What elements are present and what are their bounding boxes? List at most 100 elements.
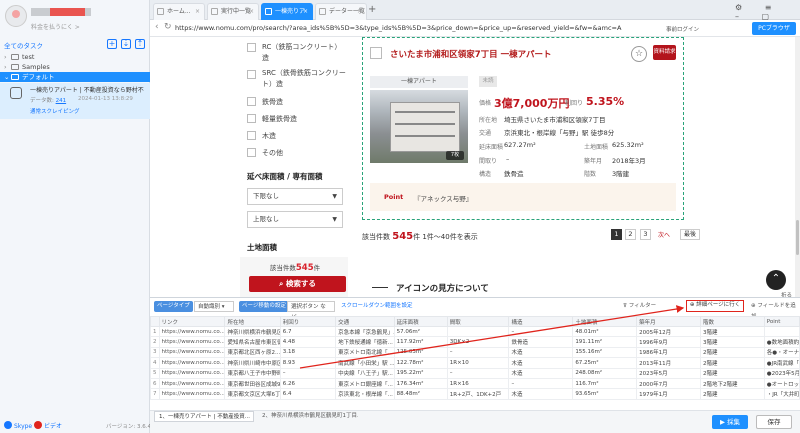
tab-data-list[interactable]: データー一覧 × (315, 3, 367, 20)
table-row[interactable]: 1 https://www.nomu.co... 神奈川県横浜市鶴見区 6.7 京急本線… (150, 325, 800, 338)
table-row[interactable]: 4 https://www.nomu.co... 神奈川県川崎市中原区 8.93 南武線… (150, 357, 800, 369)
table-cell[interactable]: ・JR「大井町」駅 (763, 388, 800, 400)
table-cell[interactable]: 67.25m² (572, 357, 638, 369)
table-cell[interactable]: 3.18 (279, 346, 337, 359)
floor-area-max-select[interactable]: 上限なし ▼ (247, 211, 343, 228)
table-cell[interactable]: 6.26 (279, 377, 337, 390)
collect-button[interactable]: ▶ 採集 (712, 415, 748, 429)
skype-link[interactable]: Skype (4, 421, 32, 430)
table-cell[interactable]: 3階建 (699, 325, 765, 338)
table-cell[interactable]: ●JR南武線「小田栄」駅 (763, 357, 800, 369)
pc-browser-button[interactable]: PCブラウザ (752, 22, 796, 35)
table-cell[interactable]: 2000年7月 (636, 377, 701, 390)
table-cell[interactable]: 125.03m² (393, 346, 448, 359)
table-header[interactable]: 利回り (279, 316, 337, 327)
table-cell[interactable]: 1R×10 (446, 357, 510, 369)
table-cell[interactable]: – (508, 377, 574, 390)
import-icon[interactable]: ⇣ (121, 39, 131, 49)
table-cell[interactable]: 鉄骨造 (508, 336, 574, 348)
table-cell[interactable]: 2階建 (699, 346, 765, 359)
table-cell[interactable]: 48.01m² (572, 325, 638, 338)
table-cell[interactable]: 57.06m² (393, 325, 448, 338)
table-cell[interactable]: 京急本線「京急鶴見」... (335, 325, 395, 338)
next-page-link[interactable]: 次へ (658, 230, 670, 239)
page-button-2[interactable]: 2 (625, 229, 636, 240)
url-input[interactable]: https://www.nomu.com/pro/search/?area_id… (175, 24, 621, 32)
table-cell[interactable]: 愛知県名古屋市東区徳 (224, 336, 281, 348)
scroll-range-link[interactable]: スクロールダウン範囲を設定 (338, 301, 416, 312)
tab-home[interactable]: ホーム... × (153, 3, 205, 20)
scroll-thumb[interactable] (796, 220, 799, 255)
table-cell[interactable]: 2階建 (699, 388, 765, 400)
task-count-link[interactable]: 241 (56, 98, 67, 104)
checkbox-other[interactable] (247, 148, 256, 157)
table-header[interactable]: 間取 (446, 316, 510, 327)
table-cell[interactable]: 6.7 (279, 325, 337, 338)
table-cell[interactable]: 東京都世田谷区成城9 (224, 377, 281, 390)
table-cell[interactable]: ●2023年5月末 新築 (763, 367, 800, 379)
table-row[interactable]: 7 https://www.nomu.co... 東京都文京区大塚6丁目 6.4 京浜東… (150, 388, 800, 400)
scrollbar[interactable] (795, 37, 800, 297)
table-cell[interactable]: https://www.nomu.co... (158, 367, 226, 379)
favorite-star-icon[interactable]: ☆ (631, 46, 647, 62)
table-cell[interactable]: 1R+2戸、1DK+2戸 (446, 388, 510, 400)
table-header[interactable]: 交通 (335, 316, 395, 327)
table-header[interactable]: 築年月 (636, 316, 701, 327)
table-cell[interactable]: 4.48 (279, 336, 337, 348)
table-cell[interactable]: 東京メトロ銀座線「... (335, 377, 395, 390)
table-cell[interactable]: 176.34m² (393, 377, 448, 390)
tree-item-default[interactable]: ⌄ デフォルト (0, 72, 150, 82)
close-icon[interactable]: × (303, 4, 308, 19)
checkbox-light-steel[interactable] (247, 114, 256, 123)
table-cell[interactable]: 木造 (508, 357, 574, 369)
table-cell[interactable]: 248.08m² (572, 367, 638, 379)
table-cell[interactable]: https://www.nomu.co... (158, 388, 226, 400)
table-cell[interactable]: 各●・オーナーチェン (763, 346, 800, 359)
table-cell[interactable]: 東京メトロ南北線「... (335, 346, 395, 359)
table-cell[interactable]: – (446, 346, 510, 359)
table-cell[interactable]: 2階建 (699, 367, 765, 379)
table-cell[interactable]: 木造 (508, 346, 574, 359)
video-link[interactable]: ビデオ (34, 421, 62, 430)
save-button[interactable]: 保存 (756, 415, 792, 429)
table-header[interactable]: Point (763, 316, 800, 327)
table-row[interactable]: 5 https://www.nomu.co... 東京都八王子市中野町 – 中央線「八王… (150, 367, 800, 379)
scroll-up-icon[interactable]: ⌃ (766, 270, 786, 290)
table-cell[interactable]: 1986年1月 (636, 346, 701, 359)
go-detail-page-button[interactable]: ⊕ 詳細ページに行く (686, 300, 744, 312)
table-cell[interactable]: https://www.nomu.co... (158, 346, 226, 359)
request-docs-button[interactable]: 資料請求 (653, 45, 676, 60)
table-row[interactable]: 3 https://www.nomu.co... 東京都北区西ヶ原2... 3.18 東… (150, 346, 800, 359)
new-folder-icon[interactable]: + (107, 39, 117, 49)
checkbox-wood[interactable] (247, 131, 256, 140)
bottom-tab-2[interactable]: 2、神奈川県横浜市鶴見区鶴見町1丁目... (258, 411, 358, 422)
table-cell[interactable]: 195.22m² (393, 367, 448, 379)
pre-login-button[interactable]: 事前ログイン (666, 25, 699, 33)
table-cell[interactable]: 155.16m² (572, 346, 638, 359)
table-cell[interactable]: 東京都北区西ヶ原2... (224, 346, 281, 359)
bottom-tab-1[interactable]: 1、一棟売りアパート | 不動産投資... (154, 411, 254, 422)
table-cell[interactable]: 南武線「小田栄」駅 ... (335, 357, 395, 369)
table-row[interactable]: 2 https://www.nomu.co... 愛知県名古屋市東区徳 4.48 地下鉄… (150, 336, 800, 348)
table-cell[interactable]: 6.4 (279, 388, 337, 400)
table-cell[interactable]: 中央線「八王子」駅... (335, 367, 395, 379)
tab-apartment[interactable]: 一棟売りア × (261, 3, 313, 20)
table-cell[interactable]: 122.78m² (393, 357, 448, 369)
table-cell[interactable]: 88.48m² (393, 388, 448, 400)
table-row[interactable]: 6 https://www.nomu.co... 東京都世田谷区成城9 6.26 東京メ… (150, 377, 800, 390)
table-cell[interactable]: ●数地面積約57.81坪 (763, 336, 800, 348)
table-cell[interactable] (446, 325, 510, 338)
checkbox-rc[interactable] (247, 43, 256, 52)
table-cell[interactable]: 東京都文京区大塚6丁目 (224, 388, 281, 400)
table-cell[interactable]: – (279, 367, 337, 379)
property-title[interactable]: さいたま市浦和区領家7丁目 一棟アパート (390, 48, 551, 60)
table-cell[interactable]: 1R×16 (446, 377, 510, 390)
table-cell[interactable]: 2023年5月 (636, 367, 701, 379)
add-field-button[interactable]: ⊕ フィールドを追加 (748, 301, 800, 320)
close-icon[interactable]: × (249, 4, 254, 19)
table-header[interactable]: 階数 (699, 316, 765, 327)
page-turn-select[interactable]: 選択ボタン など... ▾ (287, 301, 335, 321)
table-cell[interactable]: 1996年9月 (636, 336, 701, 348)
property-checkbox[interactable] (370, 47, 382, 59)
table-cell[interactable]: – (508, 325, 574, 338)
